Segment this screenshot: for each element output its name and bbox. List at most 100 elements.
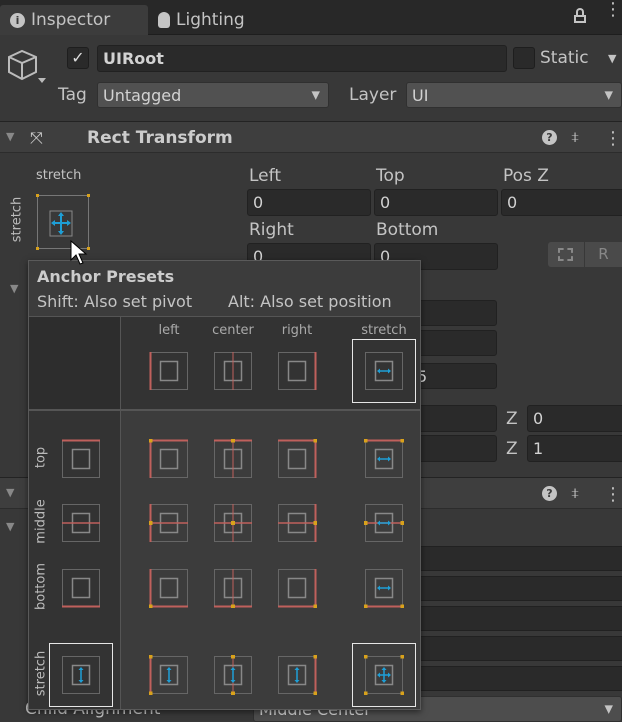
component-title: Rect Transform: [87, 128, 233, 148]
foldout-triangle-icon[interactable]: ▼: [6, 520, 14, 533]
help-icon[interactable]: ?: [542, 486, 557, 501]
tab-lighting[interactable]: Lighting: [148, 5, 255, 35]
anchor-preset-icon: [364, 439, 404, 478]
preset-sliders-icon[interactable]: ⧧: [571, 483, 579, 503]
divider: [29, 409, 420, 411]
chevron-down-icon: ▼: [311, 88, 320, 102]
raw-edit-button[interactable]: R: [585, 242, 622, 267]
anchor-h-label: stretch: [36, 168, 82, 183]
anchor-preset-middle-none[interactable]: [61, 503, 101, 543]
anchor-preset-middle-right[interactable]: [277, 503, 317, 543]
anchor-preset-bottom-stretch[interactable]: [364, 568, 404, 608]
anchor-v-label: stretch: [9, 196, 25, 243]
anchor-preset-icon: [214, 504, 252, 542]
posz-field[interactable]: 0: [501, 189, 622, 216]
left-field[interactable]: 0: [247, 189, 371, 216]
layer-value: UI: [412, 85, 429, 105]
anchor-preset-icon: [214, 655, 252, 695]
anchor-preset-icon: [278, 569, 317, 608]
anchor-preset-stretch-center[interactable]: [213, 655, 253, 695]
anchor-preset-bottom-right[interactable]: [277, 568, 317, 608]
scale-z-field[interactable]: 1: [527, 435, 622, 462]
anchor-preset-icon: [364, 655, 404, 695]
chevron-down-icon: ▼: [604, 702, 613, 716]
z-label: Z: [506, 439, 518, 459]
top-field[interactable]: 0: [374, 189, 498, 216]
anchor-preset-icon: [149, 352, 188, 390]
anchor-preset-icon: [278, 504, 317, 542]
foldout-triangle-icon[interactable]: ▼: [6, 486, 14, 499]
row-label-stretch: stretch: [33, 650, 49, 697]
anchor-preset-stretch-right[interactable]: [277, 655, 317, 695]
background-field[interactable]: [410, 546, 622, 571]
static-dropdown-icon[interactable]: ▼: [608, 52, 616, 65]
anchor-preset-none-left[interactable]: [149, 351, 189, 391]
alt-hint: Alt: Also set position: [228, 292, 392, 311]
lock-icon[interactable]: [574, 8, 586, 23]
anchor-preset-middle-left[interactable]: [149, 503, 189, 543]
anchor-preset-icon: [214, 352, 252, 390]
anchor-preset-top-right[interactable]: [277, 439, 317, 479]
anchor-preset-icon: [278, 352, 317, 390]
anchor-preset-icon: [214, 569, 252, 608]
bulb-icon: [158, 12, 170, 28]
anchor-preset-bottom-left[interactable]: [149, 568, 189, 608]
top-label: Top: [376, 166, 405, 186]
background-field[interactable]: [410, 576, 622, 601]
row-label-middle: middle: [33, 499, 49, 544]
blueprint-mode-button[interactable]: [548, 242, 584, 267]
layer-label: Layer: [349, 85, 397, 105]
anchor-presets-popup: Anchor Presets Shift: Also set pivot Alt…: [28, 260, 421, 710]
anchor-preset-top-left[interactable]: [149, 439, 189, 479]
anchor-preset-bottom-none[interactable]: [61, 568, 101, 608]
left-label: Left: [249, 166, 281, 186]
anchor-preset-icon: [364, 569, 404, 608]
anchor-preset-middle-center[interactable]: [213, 503, 253, 543]
scale-z-field[interactable]: 0: [527, 405, 622, 432]
anchor-preset-icon: [278, 655, 317, 695]
anchor-preset-none-stretch[interactable]: [352, 339, 416, 403]
column-label-center: center: [212, 323, 254, 338]
anchor-preset-bottom-center[interactable]: [213, 568, 253, 608]
anchor-preset-icon: [364, 504, 404, 542]
anchor-preset-top-stretch[interactable]: [364, 439, 404, 479]
kebab-menu-icon[interactable]: ⋮: [604, 484, 622, 505]
static-checkbox[interactable]: [513, 47, 535, 69]
anchor-preset-middle-stretch[interactable]: [364, 503, 404, 543]
anchor-preset-icon: [365, 352, 403, 390]
column-label-left: left: [158, 323, 180, 338]
bottom-label: Bottom: [376, 220, 439, 240]
foldout-triangle-icon[interactable]: ▼: [10, 282, 18, 295]
kebab-menu-icon[interactable]: ⋮: [604, 128, 622, 149]
tab-label: Inspector: [31, 10, 111, 30]
tag-label: Tag: [58, 85, 87, 105]
anchor-preset-stretch-stretch[interactable]: [352, 643, 416, 707]
background-field[interactable]: [410, 636, 622, 661]
anchor-preset-stretch-left[interactable]: [149, 655, 189, 695]
anchor-preset-icon: [62, 656, 100, 694]
tab-inspector[interactable]: i Inspector: [0, 5, 148, 35]
tag-dropdown[interactable]: Untagged ▼: [97, 82, 329, 108]
background-field[interactable]: [410, 666, 622, 691]
anchor-preset-icon: [278, 439, 317, 478]
anchor-preset-icon: [62, 504, 100, 542]
anchor-preset-none-right[interactable]: [277, 351, 317, 391]
layer-dropdown[interactable]: UI ▼: [406, 82, 622, 108]
anchor-preset-none-center[interactable]: [213, 351, 253, 391]
anchor-preset-icon: [149, 569, 188, 608]
anchor-preset-top-center[interactable]: [213, 439, 253, 479]
name-field[interactable]: UIRoot: [97, 45, 507, 72]
preset-sliders-icon[interactable]: ⧧: [571, 127, 579, 147]
anchor-preset-icon: [149, 655, 188, 695]
anchor-preset-top-none[interactable]: [61, 439, 101, 479]
foldout-triangle-icon[interactable]: ▼: [6, 130, 14, 143]
gameobject-cube-icon[interactable]: [6, 48, 46, 92]
row-label-top: top: [33, 446, 49, 469]
mouse-cursor-icon: [70, 239, 88, 270]
active-checkbox[interactable]: ✓: [67, 47, 89, 69]
divider: [120, 317, 121, 709]
help-icon[interactable]: ?: [542, 130, 557, 145]
kebab-menu-icon[interactable]: ⋮: [604, 1, 622, 19]
anchor-preset-stretch-none[interactable]: [49, 643, 113, 707]
background-field[interactable]: [410, 606, 622, 631]
